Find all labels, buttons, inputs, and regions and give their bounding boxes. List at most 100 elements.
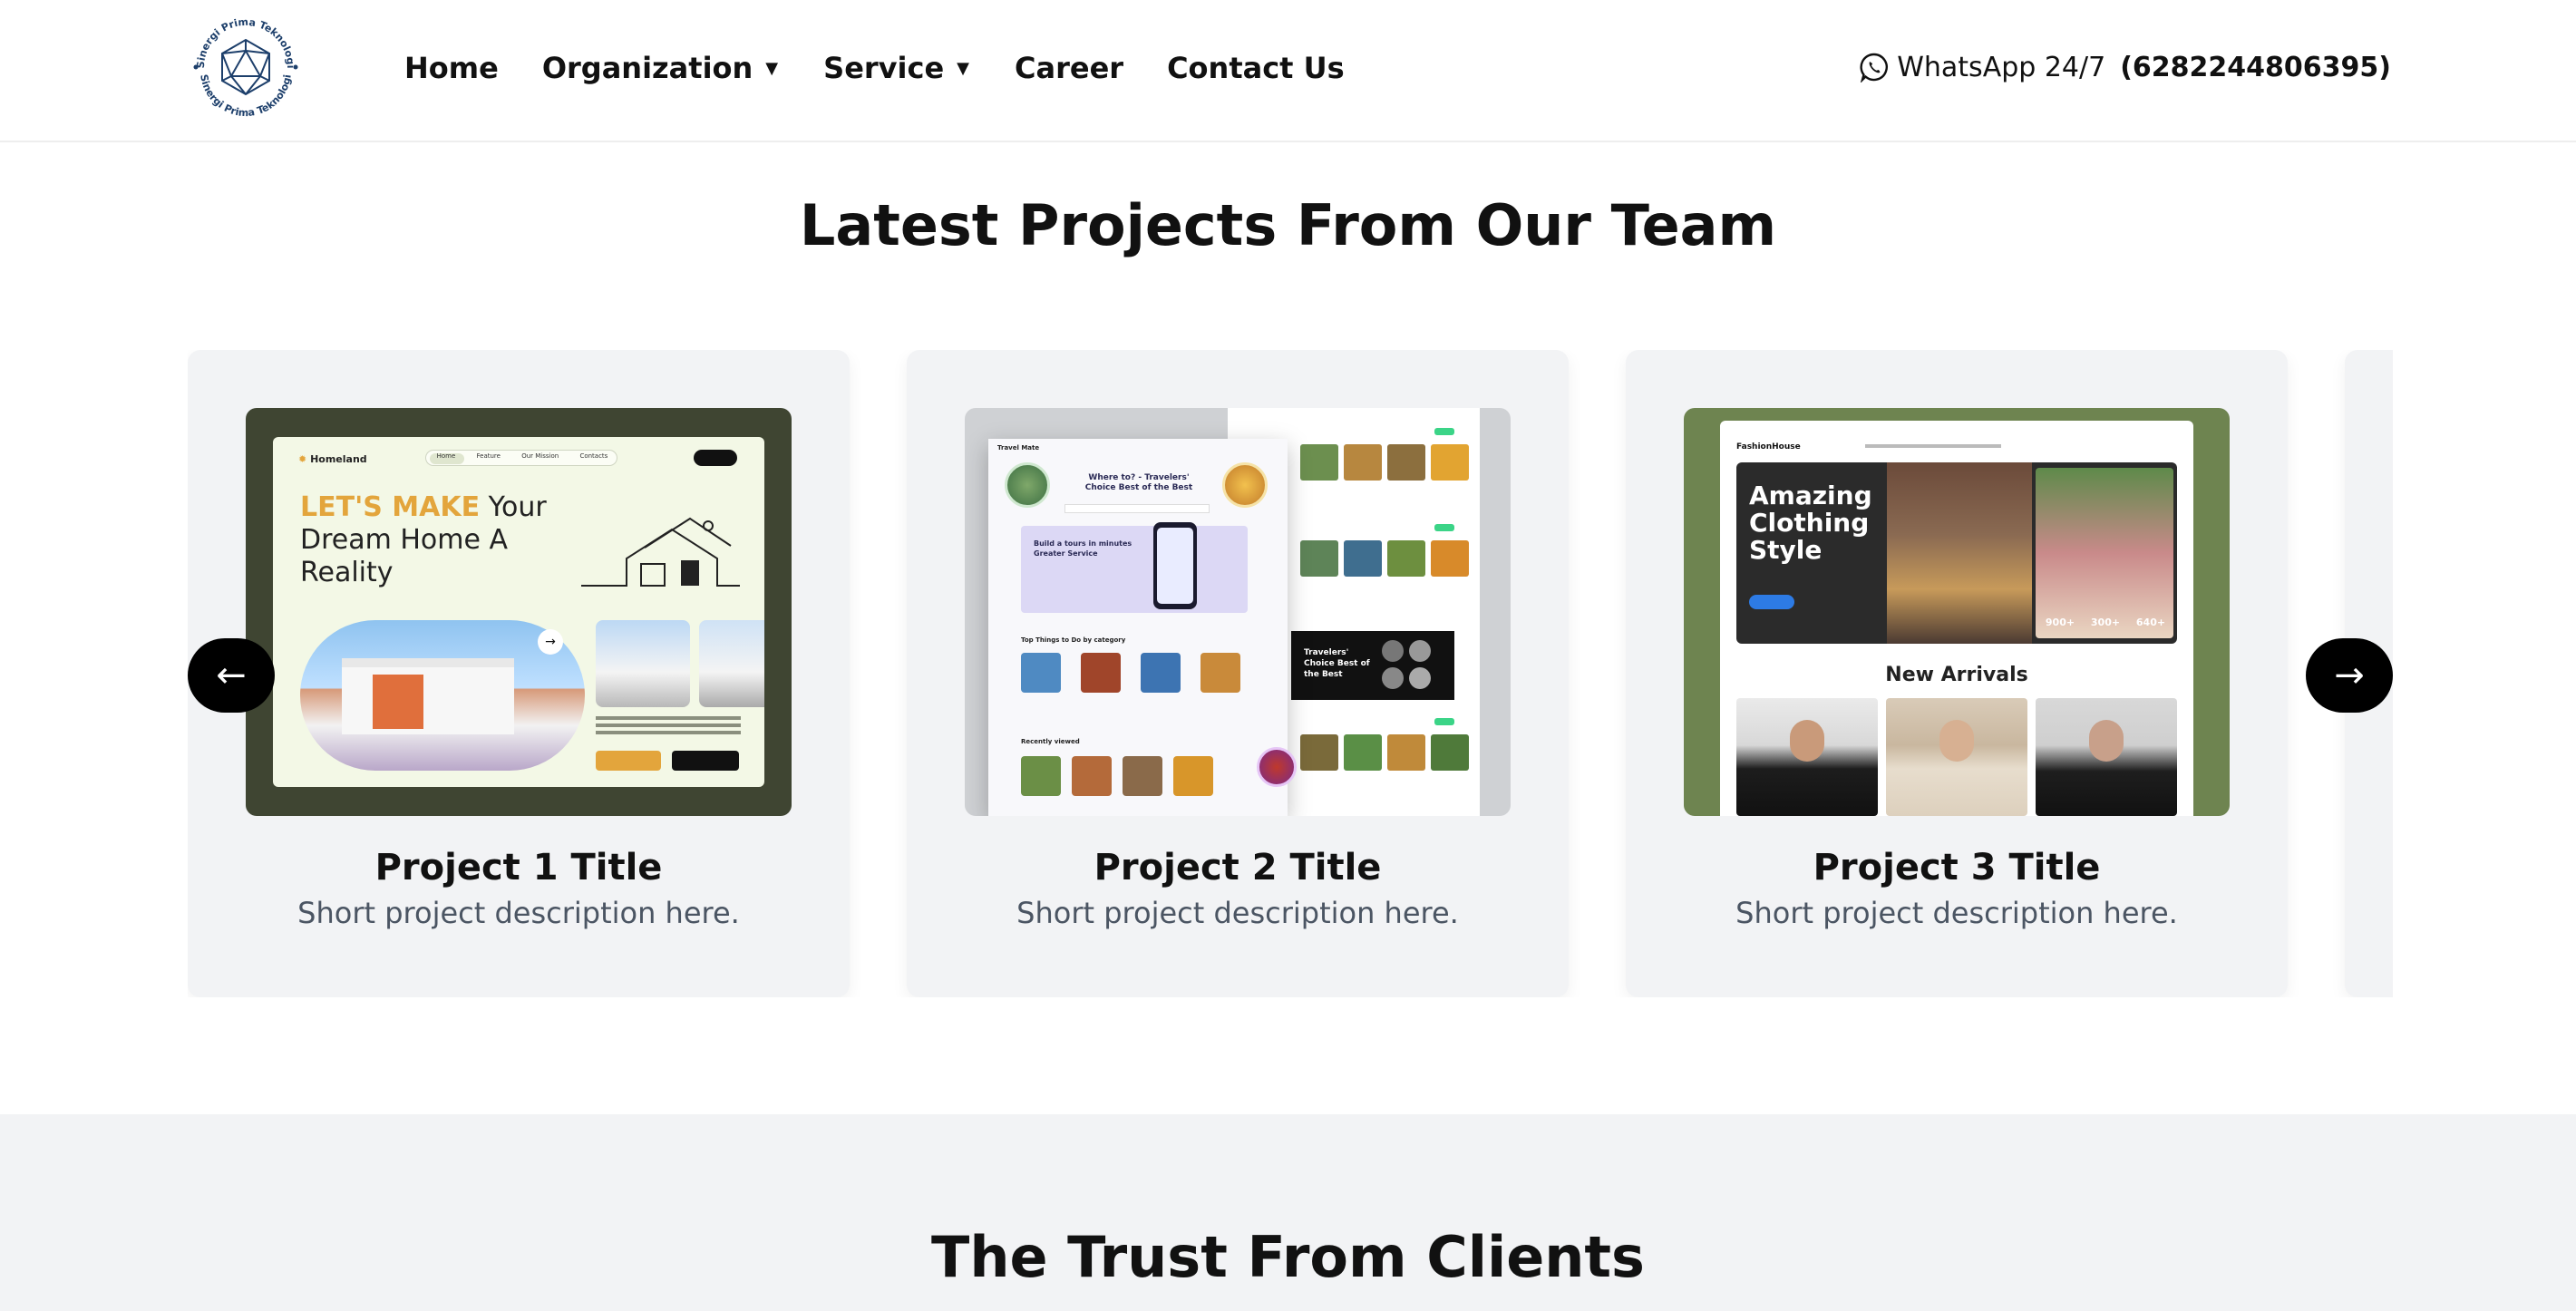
travel-tile bbox=[1300, 540, 1338, 577]
fashion-new-arrivals-heading: New Arrivals bbox=[1885, 664, 2028, 686]
travel-badge bbox=[1434, 718, 1454, 725]
projects-carousel: ✹ Homeland Home Feature Our Mission Cont… bbox=[188, 350, 2393, 997]
projects-title-rest: From Our Team bbox=[1277, 192, 1777, 258]
homeland-tab: Our Mission bbox=[521, 452, 559, 460]
fashion-screen: FashionHouse Amazing Clothing Style 900+… bbox=[1720, 421, 2193, 816]
main-nav: Home Organization ▼ Service ▼ Career Conta… bbox=[404, 45, 1345, 91]
travel-search-bar bbox=[1064, 504, 1210, 513]
homeland-brand-label: Homeland bbox=[310, 453, 367, 465]
fashion-shop-button bbox=[1749, 595, 1794, 609]
homeland-explore-button bbox=[596, 751, 661, 771]
project-3-preview-image: FashionHouse Amazing Clothing Style 900+… bbox=[1684, 408, 2230, 816]
homeland-tab-labels: Home Feature Our Mission Contacts bbox=[426, 452, 618, 460]
project-1-preview-image: ✹ Homeland Home Feature Our Mission Cont… bbox=[246, 408, 792, 816]
travel-tile bbox=[1431, 444, 1469, 481]
fashion-brand: FashionHouse bbox=[1736, 442, 1801, 452]
fashion-stat: 900+ bbox=[2045, 617, 2075, 628]
project-2-description: Short project description here. bbox=[1016, 896, 1459, 930]
whatsapp-contact-link[interactable]: WhatsApp 24/7 (6282244806395) bbox=[1859, 47, 2391, 87]
project-card-2[interactable]: Travelers' Choice Best of the Best Trave… bbox=[907, 350, 1569, 997]
travel-recent-heading: Recently viewed bbox=[1021, 738, 1080, 745]
travel-category-tile bbox=[1081, 653, 1121, 693]
travel-tile bbox=[1387, 734, 1425, 771]
travel-circle-photo-left bbox=[1005, 462, 1050, 508]
homeland-house-shape bbox=[342, 658, 514, 734]
travel-circle-photo-right bbox=[1222, 462, 1268, 508]
nav-organization[interactable]: Organization ▼ bbox=[542, 51, 778, 85]
homeland-headline-rest: Your bbox=[480, 491, 547, 523]
fashion-hero-photo-women bbox=[2036, 468, 2173, 638]
travel-avatar bbox=[1409, 640, 1431, 662]
caret-down-icon: ▼ bbox=[957, 58, 970, 78]
travel-tile bbox=[1344, 444, 1382, 481]
fashion-stat: 300+ bbox=[2090, 617, 2121, 628]
trust-title-bold: The Trust bbox=[931, 1224, 1228, 1290]
nav-career-label: Career bbox=[1015, 51, 1124, 85]
travel-front-screen: Travel Mate Where to? - Travelers' Choic… bbox=[988, 439, 1297, 816]
homeland-headline-line2: Dream Home A bbox=[300, 524, 509, 556]
project-1-description: Short project description here. bbox=[297, 896, 740, 930]
fashion-hero: Amazing Clothing Style 900+ 300+ 640+ bbox=[1736, 462, 2177, 644]
travel-banner-text: Travelers' Choice Best of the Best bbox=[1304, 648, 1370, 679]
travel-badge bbox=[1434, 524, 1454, 531]
arrow-left-icon: ← bbox=[216, 655, 247, 696]
fashion-hero-photo-man bbox=[1887, 462, 2032, 644]
fashion-model-face bbox=[2089, 720, 2124, 762]
carousel-prev-button[interactable]: ← bbox=[188, 638, 275, 713]
fashion-model-face bbox=[1790, 720, 1824, 762]
arrow-right-icon: → bbox=[2334, 655, 2365, 696]
fashion-model-face bbox=[1939, 720, 1974, 762]
travel-choice-banner: Travelers' Choice Best of the Best bbox=[1291, 631, 1454, 700]
travel-recent-tile bbox=[1173, 756, 1213, 796]
homeland-tabs: Home Feature Our Mission Contacts bbox=[425, 450, 617, 466]
projects-section-title: Latest Projects From Our Team bbox=[0, 192, 2576, 258]
whatsapp-icon bbox=[1860, 53, 1889, 83]
fashion-hero-line1: Amazing bbox=[1749, 481, 1872, 510]
project-2-preview-image: Travelers' Choice Best of the Best Trave… bbox=[965, 408, 1511, 816]
project-card-3[interactable]: FashionHouse Amazing Clothing Style 900+… bbox=[1626, 350, 2288, 997]
sun-icon: ✹ bbox=[298, 453, 307, 465]
trust-title-rest: From Clients bbox=[1227, 1224, 1645, 1290]
homeland-thumb-2 bbox=[699, 620, 764, 707]
travel-tile bbox=[1300, 444, 1338, 481]
homeland-headline: LET'S MAKE Your Dream Home A Reality bbox=[300, 491, 547, 589]
nav-organization-label: Organization bbox=[541, 51, 753, 85]
homeland-tab: Feature bbox=[476, 452, 501, 460]
travel-recent-tile bbox=[1123, 756, 1162, 796]
project-card-1[interactable]: ✹ Homeland Home Feature Our Mission Cont… bbox=[188, 350, 850, 997]
homeland-headline-line3: Reality bbox=[300, 557, 394, 588]
homeland-brand: ✹ Homeland bbox=[298, 453, 367, 465]
nav-service[interactable]: Service ▼ bbox=[823, 51, 969, 85]
travel-tile bbox=[1344, 540, 1382, 577]
nav-career[interactable]: Career bbox=[1015, 51, 1123, 85]
fashion-hero-headline: Amazing Clothing Style bbox=[1749, 482, 1872, 564]
nav-service-label: Service bbox=[823, 51, 945, 85]
travel-promo-card: Build a tours in minutes Greater Service bbox=[1021, 526, 1248, 613]
travel-recent-tile bbox=[1072, 756, 1112, 796]
travel-tile bbox=[1431, 734, 1469, 771]
travel-avatar bbox=[1382, 667, 1404, 689]
travel-tile bbox=[1431, 540, 1469, 577]
travel-category-tile bbox=[1021, 653, 1061, 693]
nav-home[interactable]: Home bbox=[404, 51, 499, 85]
fashion-hero-line3: Style bbox=[1749, 535, 1823, 565]
projects-title-bold: Latest Projects bbox=[799, 192, 1278, 258]
travel-tile bbox=[1387, 540, 1425, 577]
whatsapp-label: WhatsApp 24/7 bbox=[1897, 51, 2106, 83]
carousel-next-button[interactable]: → bbox=[2306, 638, 2393, 713]
nav-contact[interactable]: Contact Us bbox=[1167, 51, 1345, 85]
travel-tile bbox=[1300, 734, 1338, 771]
project-3-description: Short project description here. bbox=[1735, 896, 2178, 930]
homeland-headline-accent: LET'S MAKE bbox=[300, 491, 481, 523]
travel-promo-text: Build a tours in minutes Greater Service bbox=[1034, 539, 1132, 558]
travel-badge bbox=[1434, 428, 1454, 435]
travel-floating-avatar bbox=[1257, 747, 1297, 787]
icosahedron-icon bbox=[221, 38, 270, 96]
svg-text:Sinergi Prima Teknologi: Sinergi Prima Teknologi bbox=[198, 73, 294, 119]
travel-avatar bbox=[1409, 667, 1431, 689]
homeland-tab: Contacts bbox=[579, 452, 608, 460]
travel-phone-screen bbox=[1157, 528, 1193, 604]
homeland-screen: ✹ Homeland Home Feature Our Mission Cont… bbox=[273, 437, 764, 787]
company-logo[interactable]: Sinergi Prima Teknologi Sinergi Prima Te… bbox=[184, 5, 307, 129]
trust-section-title: The Trust From Clients bbox=[0, 1224, 2576, 1290]
